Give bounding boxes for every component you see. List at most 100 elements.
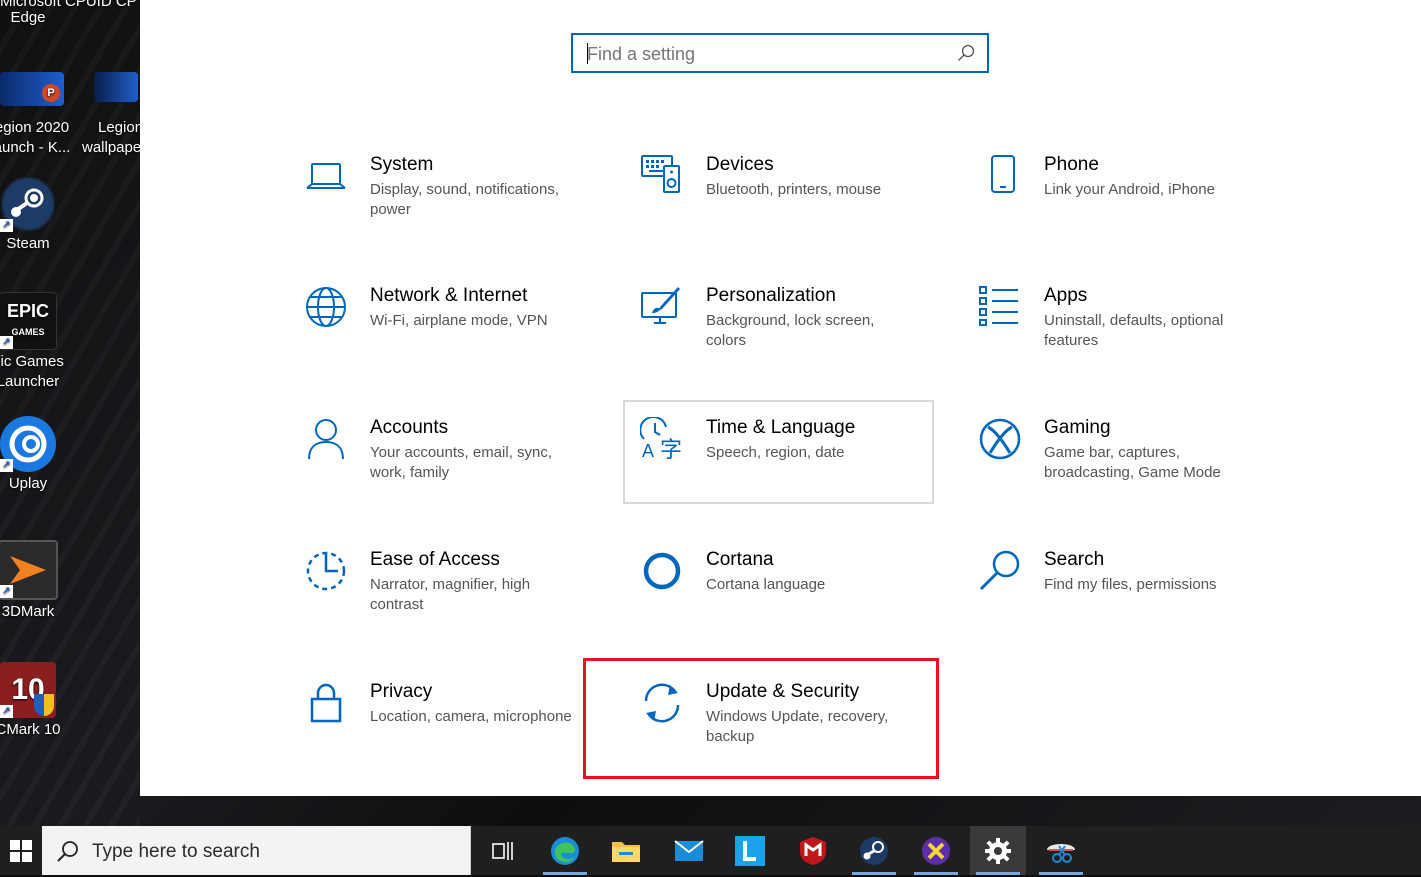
desktop-icon-legion-wallpaper[interactable]: Legion wallpape [80,72,140,158]
desktop-icon-steam[interactable]: ↗ Steam [0,176,68,254]
snip-sketch-icon [1047,843,1075,863]
taskbar-search-input[interactable] [90,826,464,877]
tile-system[interactable]: System Display, sound, notifications, po… [286,154,586,254]
taskbar-lenovo-vantage[interactable] [722,826,778,875]
ease-of-access-icon [306,551,346,591]
steam-icon: ↗ [0,176,56,232]
tile-description: Background, lock screen, colors [706,312,875,349]
tile-title: Update & Security [706,681,860,702]
desktop-icon-3dmark[interactable]: ↗ 3DMark [0,540,68,622]
settings-window: System Display, sound, notifications, po… [140,0,1421,796]
tile-title: Privacy [370,681,433,702]
tile-phone[interactable]: Phone Link your Android, iPhone [960,154,1260,254]
gear-icon [985,837,1011,864]
search-icon [57,841,78,862]
xbox-icon [979,418,1021,460]
tile-title: Cortana [706,549,774,570]
tile-network[interactable]: Network & Internet Wi-Fi, airplane mode,… [286,285,586,385]
taskbar-steam[interactable] [846,826,902,875]
tile-description: Location, camera, microphone [370,708,572,725]
tile-description: Link your Android, iPhone [1044,181,1215,198]
shortcut-arrow-icon: ↗ [0,705,13,718]
lenovo-vantage-icon [735,835,765,866]
shortcut-arrow-icon: ↗ [0,585,13,598]
tile-title: Time & Language [706,417,856,438]
phone-icon [991,155,1015,193]
taskbar-snip-sketch[interactable] [1033,826,1089,875]
steam-icon [860,836,888,865]
tile-description: Display, sound, notifications, power [370,181,559,218]
tile-cortana[interactable]: Cortana Cortana language [622,549,922,649]
tile-ease-of-access[interactable]: Ease of Access Narrator, magnifier, high… [286,549,586,649]
tile-description: Narrator, magnifier, high contrast [370,576,531,613]
refresh-sync-icon [644,683,680,723]
tile-apps[interactable]: Apps Uninstall, defaults, optional featu… [960,285,1260,385]
tile-title: Devices [706,154,774,175]
mail-icon [674,839,704,861]
tile-description: Find my files, permissions [1044,576,1217,593]
lock-icon [310,683,342,723]
text-caret [587,43,588,64]
3dmark-icon: ↗ [0,540,58,600]
find-setting-search-box[interactable] [571,33,989,73]
tile-description: Cortana language [706,576,826,593]
taskbar-file-explorer[interactable] [598,826,654,875]
folder-icon [612,841,640,862]
taskbar-search-box[interactable] [42,826,471,877]
desktop-icon-legion-launch[interactable]: P egion 2020 aunch - K... [0,72,72,158]
keyboard-speaker-icon [641,155,680,193]
taskbar-xmedia[interactable] [908,826,964,875]
desktop-icon-label: Edge [10,9,46,26]
tile-title: Gaming [1044,417,1111,438]
tile-devices[interactable]: Devices Bluetooth, printers, mouse [622,154,922,254]
apps-list-icon [979,286,1018,326]
tile-accounts[interactable]: Accounts Your accounts, email, sync, wor… [286,417,586,517]
edge-icon [551,836,579,865]
taskbar [0,826,1421,877]
tile-title: Search [1044,549,1105,570]
tile-time-language[interactable]: 字A Time & Language Speech, region, date [622,417,922,517]
shortcut-arrow-icon: ↗ [0,336,13,349]
tile-title: Phone [1044,154,1099,175]
tile-description: Game bar, captures, broadcasting, Game M… [1044,444,1221,481]
paint-brush-monitor-icon [641,287,680,324]
tile-description: Bluetooth, printers, mouse [706,181,882,198]
svg-text:字: 字 [660,437,682,461]
tile-title: Accounts [370,417,449,438]
taskbar-mail[interactable] [661,826,717,875]
start-button[interactable] [0,826,42,875]
tile-search[interactable]: Search Find my files, permissions [960,549,1260,649]
shortcut-arrow-icon: ↗ [0,459,13,472]
tile-title: Network & Internet [370,285,528,306]
powerpoint-icon: P [42,84,60,102]
cortana-icon [643,552,681,590]
taskbar-mcafee[interactable] [785,826,841,875]
wallpaper-thumbnail-icon [94,72,138,102]
find-setting-input[interactable] [585,35,949,73]
task-view-icon [492,841,513,860]
search-icon[interactable] [957,44,975,62]
desktop-icon-epic[interactable]: EPICGAMES ↗ pic Games Launcher [0,292,68,392]
magnifier-icon [979,550,1020,591]
desktop-icon-edge[interactable]: Edge [0,8,68,28]
taskbar-edge[interactable] [537,826,593,875]
tile-title: System [370,154,434,175]
tile-personalization[interactable]: Personalization Background, lock screen,… [622,285,922,385]
tile-title: Ease of Access [370,549,500,570]
taskbar-settings[interactable] [970,826,1026,875]
tile-description: Windows Update, recovery, backup [706,708,889,745]
globe-icon [306,287,346,327]
tile-privacy[interactable]: Privacy Location, camera, microphone [286,681,586,781]
tile-gaming[interactable]: Gaming Game bar, captures, broadcasting,… [960,417,1260,517]
desktop-icon-uplay[interactable]: ↗ Uplay [0,416,68,494]
tile-title: Apps [1044,285,1088,306]
windows-logo-icon [10,839,32,862]
time-language-icon: 字A [640,417,682,461]
task-view-button[interactable] [474,826,530,875]
tile-update-security[interactable]: Update & Security Windows Update, recove… [622,681,922,781]
epic-games-icon: EPIC GAMES ↗ [0,292,57,350]
desktop-icon-pcmark[interactable]: 10 ↗ CMark 10 [0,662,68,740]
svg-text:A: A [642,441,654,461]
tile-description: Wi-Fi, airplane mode, VPN [370,312,548,329]
legion-thumbnail-icon: P [0,72,64,106]
